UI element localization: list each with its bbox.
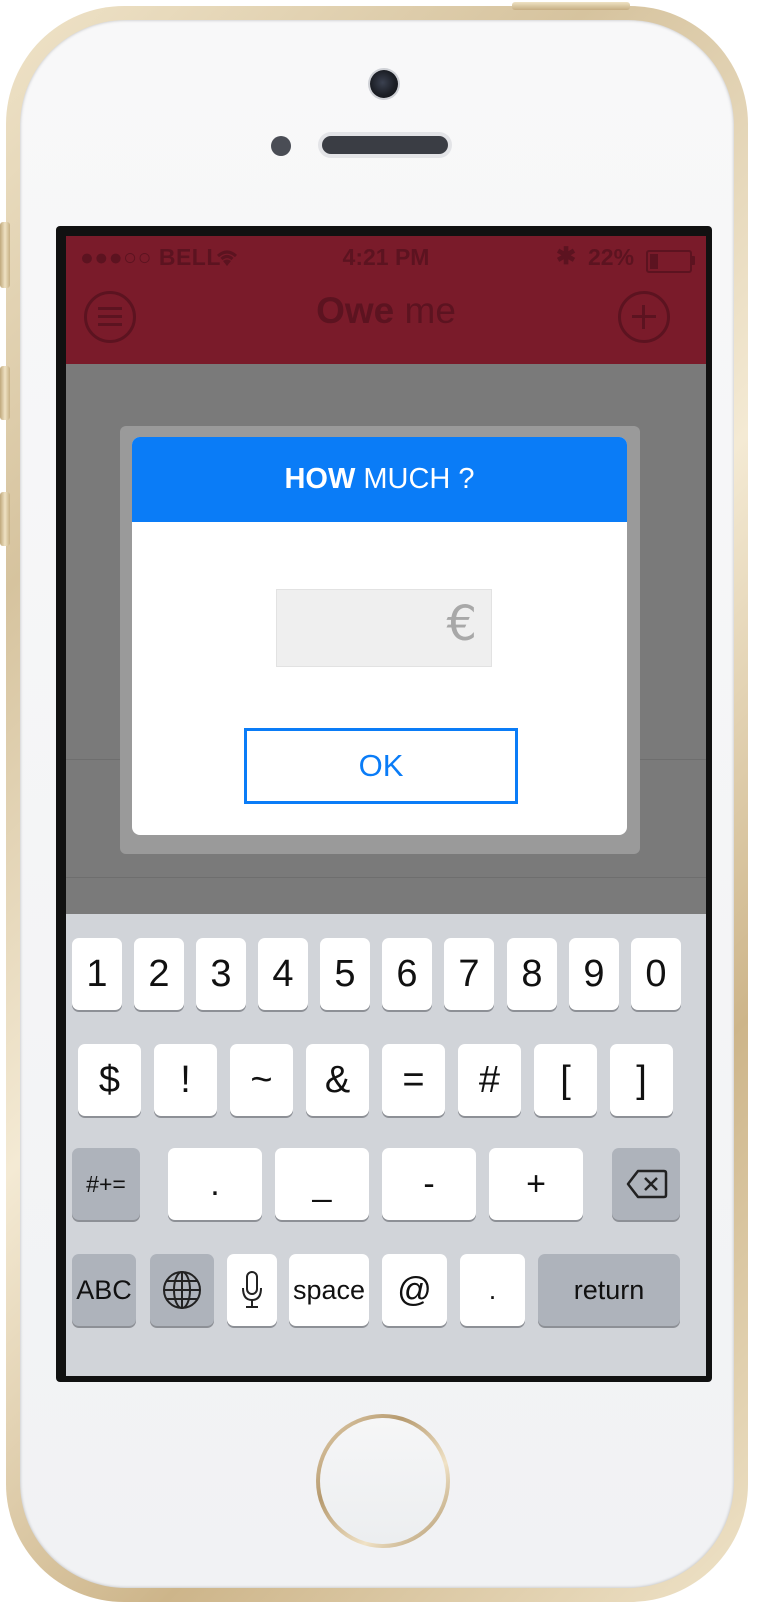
bluetooth-icon: ✱ [556,243,577,270]
battery-percent: 22% [588,244,635,270]
key-rbracket[interactable]: ] [610,1044,673,1116]
key-3[interactable]: 3 [196,938,246,1010]
status-bar: ●●●○○ BELL 4:21 PM ✱ 22% [66,236,706,276]
dialog-title: HOW MUCH ? [132,437,627,522]
key-tilde[interactable]: ~ [230,1044,293,1116]
key-dot[interactable]: . [460,1254,525,1326]
key-9[interactable]: 9 [569,938,619,1010]
ok-button[interactable]: OK [244,728,518,804]
app-title: Owe me [66,290,706,332]
power-button [512,2,630,10]
key-6[interactable]: 6 [382,938,432,1010]
globe-icon [163,1271,201,1309]
battery-level [650,254,658,269]
key-exclaim[interactable]: ! [154,1044,217,1116]
key-dollar[interactable]: $ [78,1044,141,1116]
key-plus[interactable]: + [489,1148,583,1220]
proximity-sensor [271,136,291,156]
amount-input[interactable]: € [276,589,492,667]
keyboard: 1 2 3 4 5 6 7 8 9 0 $ ! ~ & = # [ ] #+= … [66,914,706,1376]
key-at[interactable]: @ [382,1254,447,1326]
amount-dialog: HOW MUCH ? € OK [132,437,627,835]
key-lbracket[interactable]: [ [534,1044,597,1116]
key-space[interactable]: space [289,1254,369,1326]
key-0[interactable]: 0 [631,938,681,1010]
plus-vertical [642,305,645,329]
plus-circle-icon[interactable] [618,291,670,343]
battery-icon [646,250,692,273]
key-more-symbols[interactable]: #+= [72,1148,140,1220]
dialog-title-rest: MUCH ? [355,463,475,495]
key-globe[interactable] [150,1254,214,1326]
key-backspace[interactable] [612,1148,680,1220]
dialog-title-bold: HOW [284,463,356,495]
battery-nub [691,256,695,265]
key-abc[interactable]: ABC [72,1254,136,1326]
key-2[interactable]: 2 [134,938,184,1010]
key-period[interactable]: . [168,1148,262,1220]
volume-down-button [0,492,10,546]
key-equals[interactable]: = [382,1044,445,1116]
key-ampersand[interactable]: & [306,1044,369,1116]
home-button[interactable] [316,1414,450,1548]
key-underscore[interactable]: _ [275,1148,369,1220]
app-title-bold: Owe [316,290,395,331]
key-hyphen[interactable]: - [382,1148,476,1220]
key-hash[interactable]: # [458,1044,521,1116]
list-divider [66,877,706,878]
app-title-light: me [394,290,456,331]
home-button-face [320,1418,446,1544]
key-8[interactable]: 8 [507,938,557,1010]
microphone-icon [242,1271,262,1308]
backspace-icon [626,1169,668,1199]
key-return[interactable]: return [538,1254,680,1326]
earpiece-speaker [322,136,448,154]
key-5[interactable]: 5 [320,938,370,1010]
screen: ●●●○○ BELL 4:21 PM ✱ 22% Owe me HOW MUCH… [66,236,706,1376]
volume-up-button [0,366,10,420]
front-camera [370,70,398,98]
mute-switch [0,222,10,288]
key-7[interactable]: 7 [444,938,494,1010]
key-4[interactable]: 4 [258,938,308,1010]
key-dictation[interactable] [227,1254,277,1326]
navigation-bar: ●●●○○ BELL 4:21 PM ✱ 22% Owe me [66,236,706,364]
key-1[interactable]: 1 [72,938,122,1010]
euro-icon: € [446,596,477,652]
